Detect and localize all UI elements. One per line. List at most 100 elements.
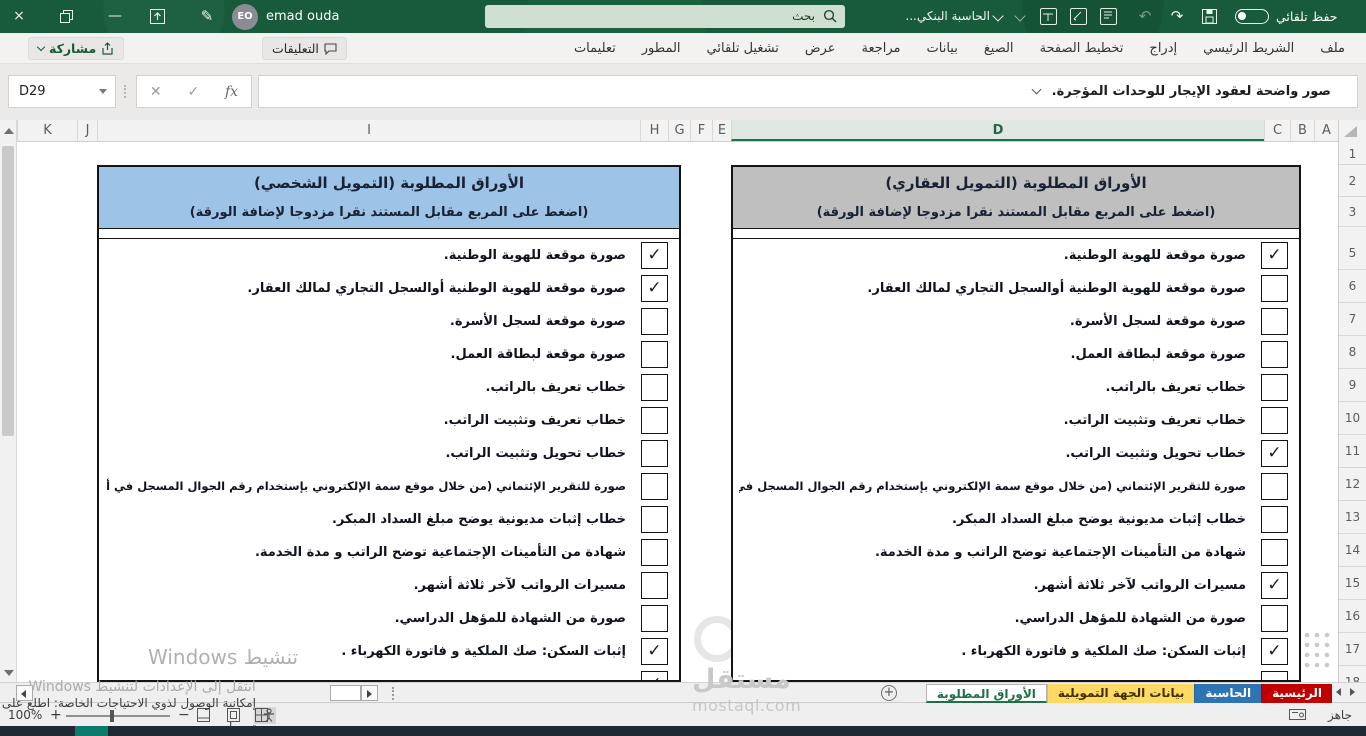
personal-financing-checkbox-5[interactable] <box>641 407 668 434</box>
sheet-tab-0[interactable]: الرئيسية <box>1261 684 1332 703</box>
ribbon-tab-8[interactable]: تشغيل تلقائي <box>694 33 792 64</box>
real-estate-financing-checkbox-9[interactable] <box>1261 539 1288 566</box>
row-header-5[interactable]: 5 <box>1339 237 1366 270</box>
row-header-7[interactable]: 7 <box>1339 303 1366 336</box>
personal-financing-checkbox-6[interactable] <box>641 440 668 467</box>
name-box-dropdown-icon[interactable] <box>99 89 107 94</box>
redo-icon[interactable]: ↷ <box>1166 0 1188 33</box>
personal-financing-checkbox-2[interactable] <box>641 308 668 335</box>
row-header-8[interactable]: 8 <box>1339 336 1366 369</box>
formula-splitter[interactable] <box>124 85 127 98</box>
row-header-1[interactable]: 1 <box>1339 143 1366 165</box>
row-header-2[interactable]: 2 <box>1339 165 1366 197</box>
row-header-3[interactable]: 3 <box>1339 197 1366 227</box>
vertical-scrollbar[interactable] <box>0 120 17 682</box>
insert-function-icon[interactable]: fx <box>225 84 238 100</box>
ribbon-display-icon[interactable] <box>150 9 165 24</box>
formula-bar[interactable]: صور واضحة لعقود الإيجار للوحدات المؤجرة. <box>258 75 1358 108</box>
real-estate-financing-checkbox-3[interactable] <box>1261 341 1288 368</box>
row-header-11[interactable]: 11 <box>1339 435 1366 468</box>
real-estate-financing-checkbox-6[interactable]: ✓ <box>1261 440 1288 467</box>
personal-financing-checkbox-4[interactable] <box>641 374 668 401</box>
docname-chevron-icon[interactable] <box>992 10 1004 22</box>
column-header-I[interactable]: I <box>97 120 640 141</box>
row-header-12[interactable]: 12 <box>1339 468 1366 501</box>
column-header-D[interactable]: D <box>731 120 1264 141</box>
tab-splitter[interactable] <box>392 687 395 700</box>
personal-financing-checkbox-3[interactable] <box>641 341 668 368</box>
scroll-down-icon[interactable] <box>4 670 14 676</box>
ribbon-tab-6[interactable]: مراجعة <box>849 33 914 64</box>
document-name[interactable]: الحاسبة البنكي... <box>862 0 990 33</box>
ribbon-tab-10[interactable]: تعليمات <box>561 33 629 64</box>
real-estate-financing-checkbox-0[interactable]: ✓ <box>1261 242 1288 269</box>
personal-financing-checkbox-9[interactable] <box>641 539 668 566</box>
row-header-9[interactable]: 9 <box>1339 369 1366 402</box>
real-estate-financing-checkbox-12[interactable]: ✓ <box>1261 638 1288 665</box>
real-estate-financing-checkbox-11[interactable] <box>1261 605 1288 632</box>
restore-icon[interactable] <box>60 10 73 23</box>
ribbon-tab-7[interactable]: عرض <box>792 33 849 64</box>
search-input[interactable]: بحث <box>485 5 845 28</box>
personal-financing-checkbox-8[interactable] <box>641 506 668 533</box>
select-all-corner[interactable] <box>1338 120 1366 142</box>
real-estate-financing-checkbox-10[interactable]: ✓ <box>1261 572 1288 599</box>
formula-expand-icon[interactable] <box>1031 84 1042 95</box>
real-estate-financing-checkbox-5[interactable] <box>1261 407 1288 434</box>
ink-pen-icon[interactable]: ✎ <box>196 0 218 33</box>
row-header-15[interactable]: 15 <box>1339 567 1366 600</box>
sheet-view-icon[interactable] <box>1040 8 1057 25</box>
row-header-18[interactable]: 18 <box>1339 666 1366 682</box>
hscroll-left-button[interactable] <box>16 685 33 701</box>
personal-financing-checkbox-11[interactable] <box>641 605 668 632</box>
column-header-A[interactable]: A <box>1314 120 1338 141</box>
ribbon-tab-3[interactable]: تخطيط الصفحة <box>1027 33 1137 64</box>
minimize-icon[interactable]: — <box>104 0 126 33</box>
real-estate-financing-checkbox-7[interactable] <box>1261 473 1288 500</box>
ribbon-tab-1[interactable]: الشريط الرئيسي <box>1190 33 1307 64</box>
real-estate-financing-checkbox-8[interactable] <box>1261 506 1288 533</box>
personal-financing-checkbox-10[interactable] <box>641 572 668 599</box>
add-sheet-button[interactable]: + <box>881 685 897 701</box>
column-header-K[interactable]: K <box>17 120 77 141</box>
row-header-17[interactable]: 17 <box>1339 633 1366 666</box>
column-header-J[interactable]: J <box>77 120 97 141</box>
draw-icon[interactable] <box>1070 8 1087 25</box>
page-icon[interactable] <box>1100 8 1117 25</box>
real-estate-financing-checkbox-2[interactable] <box>1261 308 1288 335</box>
column-header-C[interactable]: C <box>1264 120 1290 141</box>
column-header-G[interactable]: G <box>668 120 690 141</box>
scroll-up-icon[interactable] <box>4 128 14 134</box>
hscroll-thumb[interactable] <box>330 685 361 701</box>
cancel-entry-icon[interactable]: ✕ <box>150 84 162 100</box>
sheet-tab-3[interactable]: الأوراق المطلوبة <box>925 684 1047 703</box>
sheet-tab-1[interactable]: الحاسبة <box>1194 684 1262 703</box>
ribbon-tab-0[interactable]: ملف <box>1307 33 1358 64</box>
avatar[interactable]: EO <box>232 4 258 30</box>
row-header-14[interactable]: 14 <box>1339 534 1366 567</box>
share-button[interactable]: مشاركة <box>28 37 125 60</box>
column-header-F[interactable]: F <box>690 120 712 141</box>
personal-financing-checkbox-1[interactable]: ✓ <box>641 275 668 302</box>
ribbon-tab-2[interactable]: إدراج <box>1136 33 1190 64</box>
real-estate-financing-checkbox-13[interactable] <box>1261 671 1288 680</box>
real-estate-financing-checkbox-1[interactable] <box>1261 275 1288 302</box>
confirm-entry-icon[interactable]: ✓ <box>187 84 199 100</box>
row-header-6[interactable]: 6 <box>1339 270 1366 303</box>
row-header-13[interactable]: 13 <box>1339 501 1366 534</box>
ribbon-tab-5[interactable]: بيانات <box>914 33 971 64</box>
row-header-10[interactable]: 10 <box>1339 402 1366 435</box>
tab-nav-right-icon[interactable] <box>1350 688 1355 696</box>
personal-financing-checkbox-7[interactable] <box>641 473 668 500</box>
quick-access-chevron-icon[interactable] <box>1014 10 1026 22</box>
autosave-toggle[interactable] <box>1235 9 1269 24</box>
ribbon-tab-4[interactable]: الصيغ <box>971 33 1027 64</box>
personal-financing-checkbox-0[interactable]: ✓ <box>641 242 668 269</box>
name-box[interactable]: D29 <box>8 75 116 108</box>
sheet-tab-2[interactable]: بيانات الجهة التمويلية <box>1046 684 1195 703</box>
taskbar-icon[interactable] <box>75 726 108 736</box>
accessibility-status[interactable]: إمكانية الوصول لذوي الاحتياجات الخاصة: ا… <box>0 696 276 734</box>
display-settings-icon[interactable] <box>1289 708 1306 722</box>
comments-button[interactable]: التعليقات <box>262 37 347 60</box>
column-header-H[interactable]: H <box>640 120 668 141</box>
